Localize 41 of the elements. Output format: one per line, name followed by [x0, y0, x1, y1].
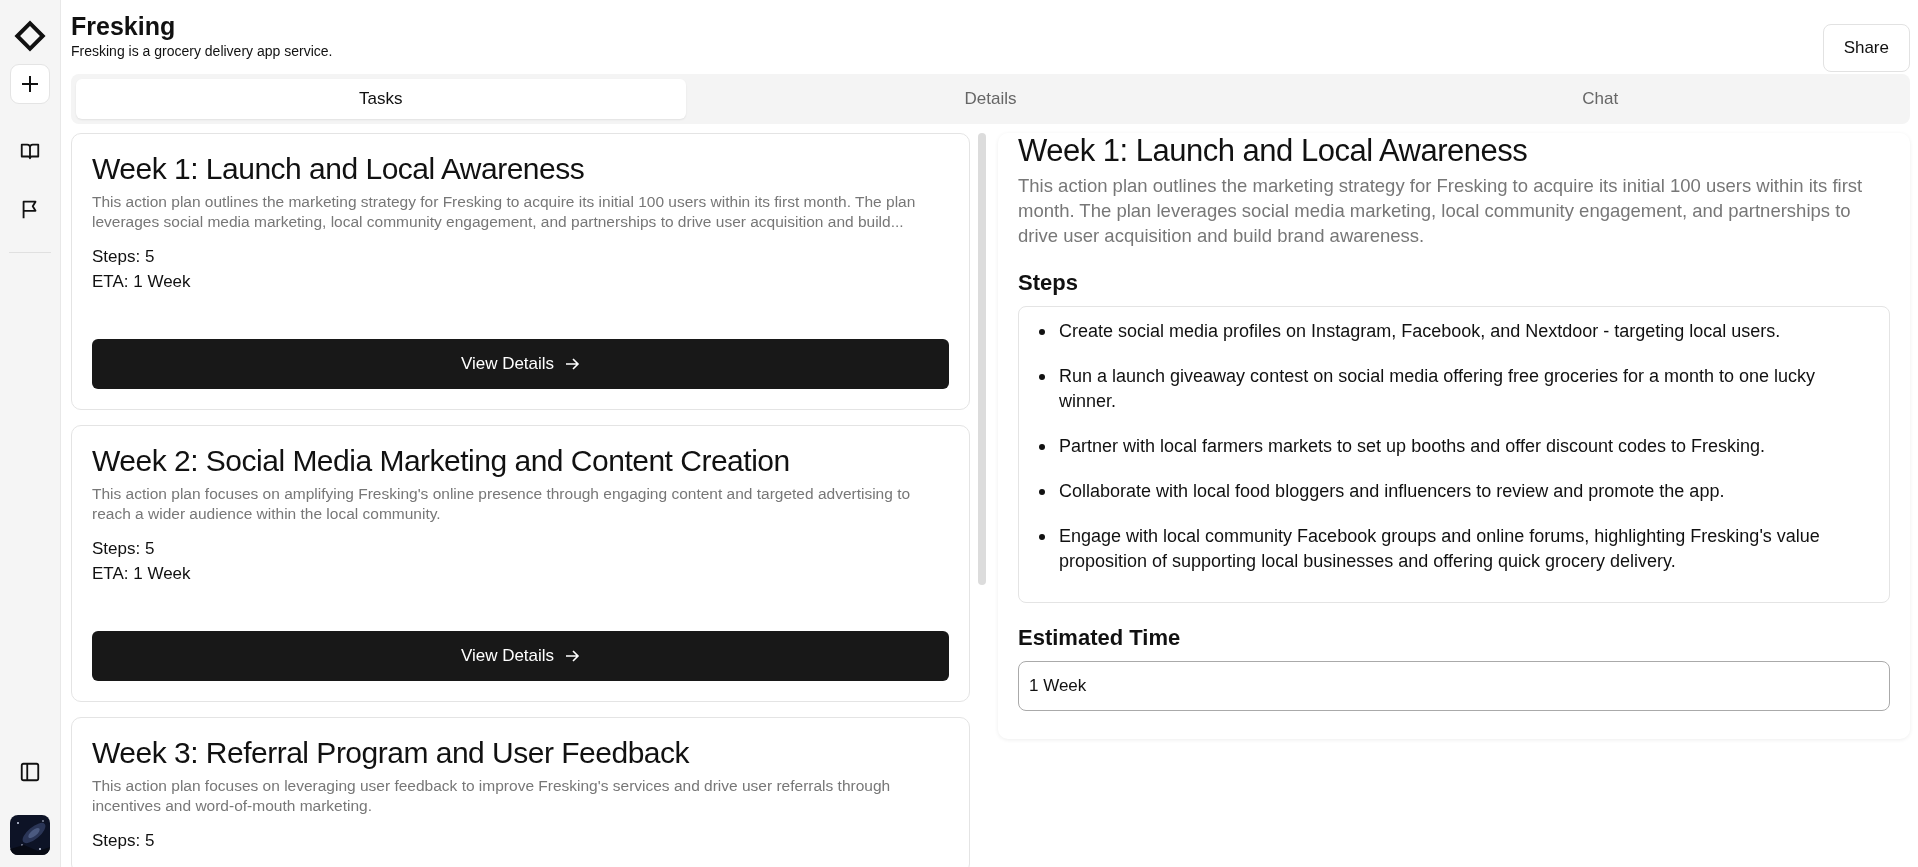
bullet-icon [1039, 534, 1045, 540]
steps-heading: Steps [1018, 270, 1079, 296]
bullet-icon [1039, 489, 1045, 495]
step-text: Create social media profiles on Instagram, Facebook, and Nextdoor - targeting local users. [1059, 320, 1781, 343]
step-text: Partner with local farmers markets to set up booths and offer discount codes to Fresking. [1059, 435, 1765, 458]
steps-count: Steps: 5 [92, 246, 156, 268]
step-text: Run a launch giveaway contest on social media offering free groceries for a month to one lucky winner. [1059, 365, 1817, 413]
plan-description: This action plan focuses on amplifying Fresking's online presence through engaging content and targeted advertising to reach a wider audience within the local community. [92, 484, 912, 524]
step-text: Engage with local community Facebook groups and online forums, highlighting Fresking's value proposition of supporting local businesses and offering quick grocery delivery. [1059, 525, 1821, 573]
detail-title: Week 1: Launch and Local Awareness [1018, 133, 1529, 169]
steps-count: Steps: 5 [92, 538, 156, 560]
tab[interactable]: Chat [1295, 79, 1905, 119]
view-details-button[interactable]: View Details [92, 631, 949, 681]
project-title: Fresking [71, 12, 177, 40]
project-subtitle: Fresking is a grocery delivery app service. [71, 43, 333, 59]
plan-description: This action plan outlines the marketing strategy for Fresking to acquire its initial 100 users within its first month. The plan leverages social media marketing, local community engagement, and partnerships to drive user acquisition and build... [92, 192, 917, 232]
bullet-icon [1039, 329, 1045, 335]
plan-title: Week 3: Referral Program and User Feedback [92, 736, 691, 770]
arrow-right-icon [564, 648, 581, 664]
estimated-time-field[interactable]: 1 Week [1018, 661, 1890, 711]
plan-title: Week 1: Launch and Local Awareness [92, 152, 586, 186]
eta-text: ETA: 1 Week [92, 271, 192, 293]
estimated-time-heading: Estimated Time [1018, 625, 1182, 651]
plus-icon [20, 74, 40, 94]
add-button[interactable] [10, 64, 50, 104]
view-details-button[interactable]: View Details [92, 339, 949, 389]
scrollbar-thumb[interactable] [978, 133, 986, 585]
bullet-icon [1039, 444, 1045, 450]
eta-text: ETA: 1 Week [92, 563, 192, 585]
arrow-right-icon [564, 356, 581, 372]
sidebar-toggle-icon[interactable] [19, 761, 41, 783]
plan-description: This action plan focuses on leveraging user feedback to improve Fresking's services and drive user referrals through incentives and word-of-mouth marketing. [92, 776, 892, 816]
bullet-icon [1039, 374, 1045, 380]
share-button[interactable]: Share [1822, 24, 1910, 72]
step-text: Collaborate with local food bloggers and influencers to review and promote the app. [1059, 480, 1725, 503]
tab[interactable]: Details [685, 79, 1296, 119]
detail-description: This action plan outlines the marketing strategy for Fresking to acquire its initial 100 users within its first month. The plan leverages social media marketing, local community engagement, and partnerships to drive user acquisition and build brand awareness. [1018, 174, 1864, 248]
plan-title: Week 2: Social Media Marketing and Content Creation [92, 444, 791, 478]
tab[interactable]: Tasks [76, 79, 686, 119]
logo-icon[interactable] [14, 20, 46, 52]
steps-count: Steps: 5 [92, 830, 156, 852]
